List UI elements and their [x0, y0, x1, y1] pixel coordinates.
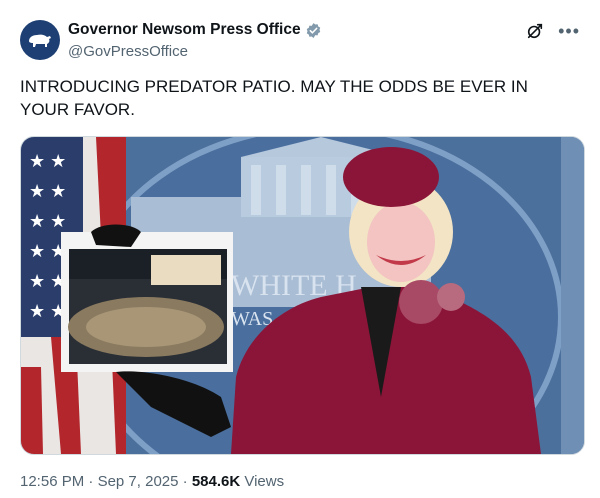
svg-text:★ ★: ★ ★	[29, 301, 66, 321]
display-name-row[interactable]: Governor Newsom Press Office	[68, 20, 322, 40]
account-names: Governor Newsom Press Office @GovPressOf…	[68, 20, 322, 62]
views-count[interactable]: 584.6K	[192, 473, 240, 490]
tweet-media-image[interactable]: WHITE H WAS ★ ★ ★ ★ ★ ★ ★ ★ ★ ★ ★ ★	[20, 136, 585, 455]
bear-logo-icon	[29, 34, 51, 47]
tweet-meta: 12:56 PM · Sep 7, 2025 · 584.6K Views	[20, 472, 284, 492]
meta-separator: ·	[88, 473, 94, 490]
svg-text:★ ★: ★ ★	[29, 241, 66, 261]
svg-text:★ ★: ★ ★	[29, 151, 66, 171]
verified-badge-icon[interactable]	[305, 22, 322, 39]
account-handle[interactable]: @GovPressOffice	[68, 42, 322, 62]
tweet-time[interactable]: 12:56 PM	[20, 473, 84, 490]
meta-separator: ·	[182, 473, 188, 490]
display-name[interactable]: Governor Newsom Press Office	[68, 20, 301, 40]
more-options-icon[interactable]: •••	[558, 22, 580, 40]
tweet-text: INTRODUCING PREDATOR PATIO. MAY THE ODDS…	[20, 77, 528, 119]
views-label: Views	[244, 473, 285, 490]
svg-text:★ ★: ★ ★	[29, 211, 66, 231]
tweet-actions-top: •••	[526, 22, 580, 40]
grok-icon[interactable]	[526, 22, 544, 40]
tweet-date[interactable]: Sep 7, 2025	[98, 473, 179, 490]
account-avatar[interactable]	[20, 20, 60, 60]
media-illustration: WHITE H WAS ★ ★ ★ ★ ★ ★ ★ ★ ★ ★ ★ ★	[21, 137, 584, 454]
svg-text:★ ★: ★ ★	[29, 181, 66, 201]
tweet-header: Governor Newsom Press Office @GovPressOf…	[20, 18, 580, 66]
svg-text:★ ★: ★ ★	[29, 271, 66, 291]
